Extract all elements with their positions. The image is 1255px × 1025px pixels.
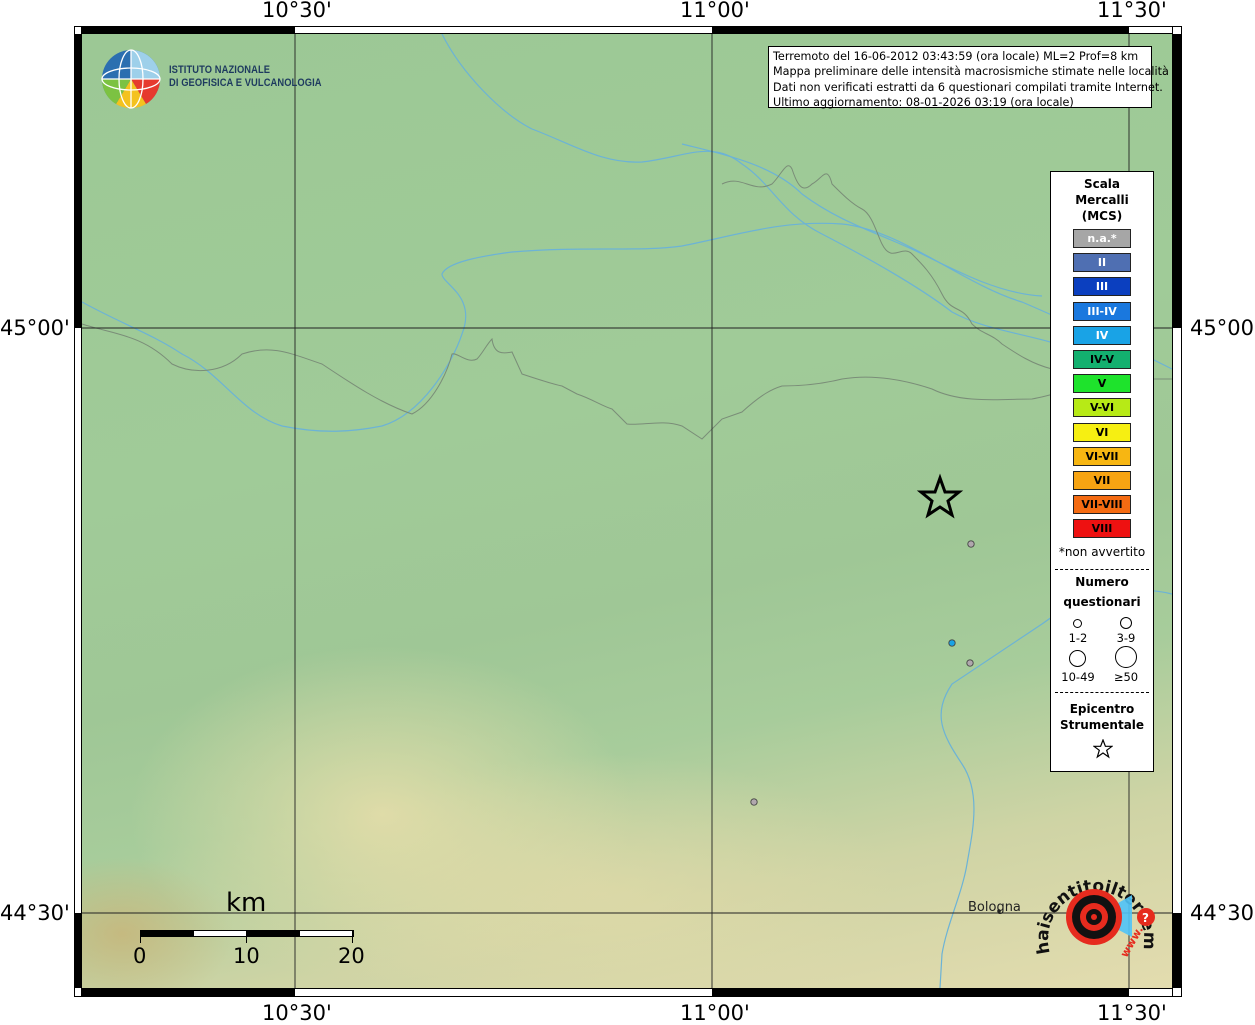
legend-divider [1055, 692, 1149, 693]
count-label-4: ≥50 [1113, 670, 1139, 684]
ingv-logo-icon [101, 49, 161, 109]
count-circle-xlarge-icon [1115, 646, 1137, 668]
mcs-legend-item: II [1073, 253, 1131, 273]
river-po [82, 222, 1172, 432]
mcs-legend-item: IV [1073, 325, 1131, 345]
ingv-name-line2: DI GEOFISICA E VULCANOLOGIA [169, 77, 322, 89]
event-info-line2: Mappa preliminare delle intensità macros… [773, 65, 1169, 79]
svg-text:?: ? [1142, 911, 1149, 925]
mcs-legend-item: V [1073, 374, 1131, 394]
observation-point[interactable] [966, 659, 974, 667]
event-info-line4: Ultimo aggiornamento: 08-01-2026 03:19 (… [773, 95, 1074, 109]
scale-tick-10: 10 [233, 944, 260, 968]
scale-bar-segment [141, 931, 194, 936]
count-label-2: 3-9 [1116, 631, 1136, 645]
mcs-legend-item: VII-VIII [1073, 495, 1131, 515]
legend-divider [1055, 569, 1149, 570]
mcs-legend-item: V-VI [1073, 398, 1131, 418]
scale-tick [140, 930, 141, 943]
count-circle-medium-icon [1120, 617, 1132, 629]
boundary-2 [721, 165, 1083, 385]
observation-point[interactable] [750, 798, 758, 806]
mcs-legend-item: IV-V [1073, 350, 1131, 369]
ingv-name: ISTITUTO NAZIONALE DI GEOFISICA E VULCAN… [169, 64, 322, 90]
lon-label-bottom-3: 11°30' [1097, 1001, 1167, 1025]
scale-tick-0: 0 [133, 944, 147, 968]
epicenter-title-1: Epicentro [1069, 702, 1135, 716]
legend-title-2: Mercalli [1075, 193, 1129, 207]
event-info-line1: Terremoto del 16-06-2012 03:43:59 (ora l… [773, 50, 1139, 63]
mcs-legend-item: VI [1073, 422, 1131, 442]
count-circle-large-icon [1069, 650, 1086, 667]
graticule [82, 34, 1172, 988]
ingv-name-line1: ISTITUTO NAZIONALE [169, 64, 271, 76]
lon-label-top-2: 11°00' [680, 0, 750, 22]
lat-label-left-1: 45°00' [0, 316, 70, 340]
boundaries [82, 165, 1172, 440]
lon-label-bottom-2: 11°00' [680, 1001, 750, 1025]
count-circle-small-icon [1073, 619, 1082, 628]
legend-title-1: Scala [1083, 177, 1121, 191]
lat-label-left-2: 44°30' [0, 901, 70, 925]
legend-footnote: *non avvertito [1058, 545, 1146, 559]
lon-label-bottom-1: 10°30' [262, 1001, 332, 1025]
lat-label-right-2: 44°30' [1190, 901, 1255, 925]
mcs-legend-item: III-IV [1073, 301, 1131, 321]
mcs-legend-item: VIII [1073, 519, 1131, 539]
event-info-line3: Dati non verificati estratti da 6 questi… [773, 80, 1163, 94]
mcs-legend-item: n.a.* [1073, 229, 1131, 248]
mcs-legend-item: III [1073, 277, 1131, 297]
map-features [82, 34, 1172, 988]
scale-tick [246, 930, 247, 943]
count-label-1: 1-2 [1068, 631, 1088, 645]
lat-label-right-1: 45°00' [1190, 316, 1255, 340]
river-3 [681, 143, 1043, 297]
scale-tick [352, 930, 353, 943]
scale-bar-segment [247, 931, 300, 936]
observation-point[interactable] [967, 540, 975, 548]
hsit-logo-icon[interactable]: haisentitoilterremoto.it ? www. [1032, 855, 1162, 975]
count-label-3: 10-49 [1061, 670, 1095, 684]
count-title-1: Numero [1075, 575, 1129, 589]
place-label-bologna: Bologna [968, 900, 1021, 915]
legend-title-3: (MCS) [1081, 209, 1123, 223]
boundary-1 [82, 323, 1172, 440]
event-info-box: Terremoto del 16-06-2012 03:43:59 (ora l… [768, 46, 1169, 109]
mcs-legend: Scala Mercalli (MCS) n.a.* II III III-IV IV I… [1050, 171, 1154, 772]
lon-label-top-1: 10°30' [262, 0, 332, 22]
mcs-legend-item: VI-VII [1073, 446, 1131, 466]
observation-point[interactable] [948, 639, 956, 647]
epicenter-title-2: Strumentale [1059, 718, 1145, 732]
mcs-legend-item: VII [1073, 471, 1131, 490]
scale-unit: km [226, 888, 267, 918]
rivers [82, 34, 1172, 988]
map-area[interactable]: Bologna [82, 34, 1172, 988]
lon-label-top-3: 11°30' [1097, 0, 1167, 22]
count-title-2: questionari [1063, 595, 1141, 609]
epicenter-star-icon [1093, 739, 1113, 759]
epicenter-star[interactable] [916, 473, 964, 519]
scale-tick-20: 20 [338, 944, 365, 968]
